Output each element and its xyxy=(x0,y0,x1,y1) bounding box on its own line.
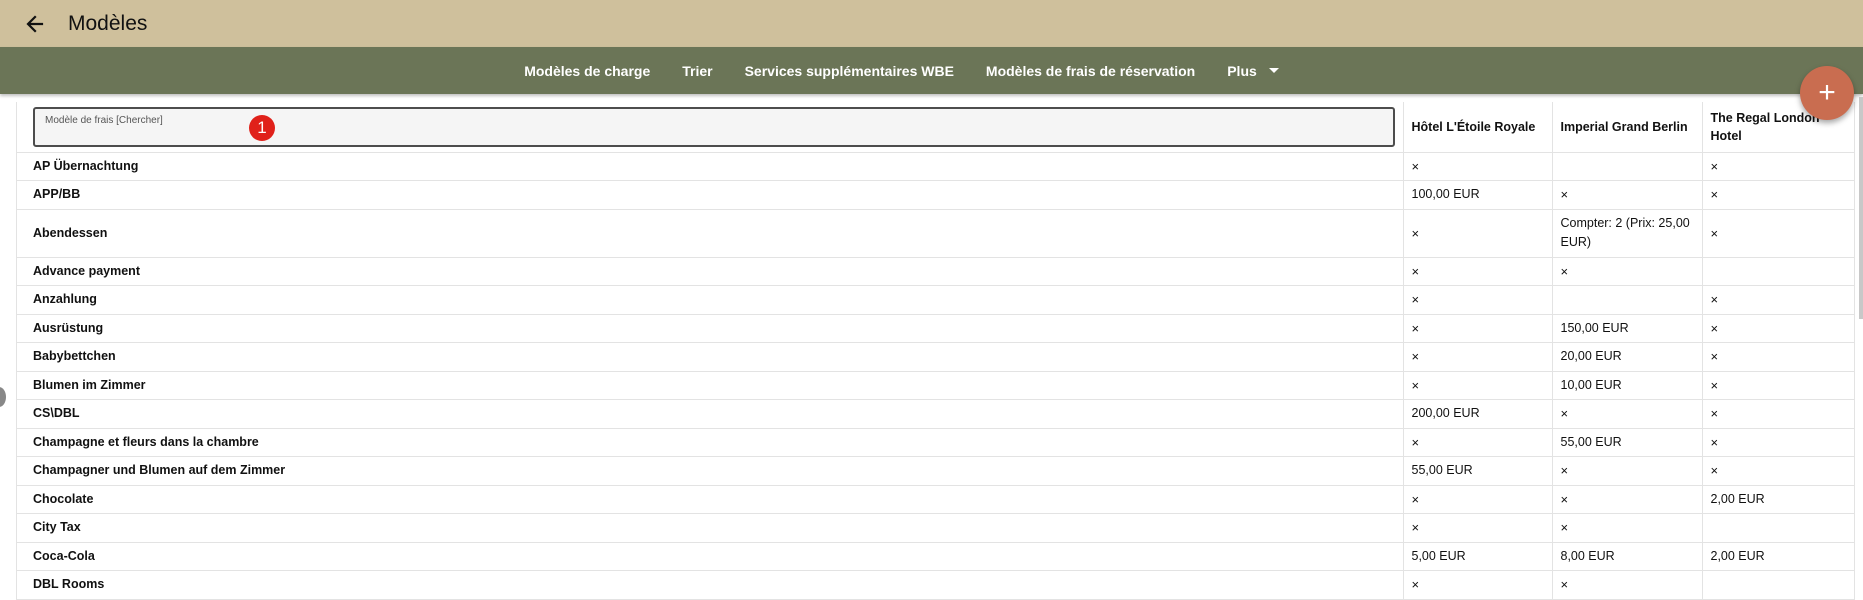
not-assigned-cell[interactable]: × xyxy=(1552,180,1703,210)
price-cell[interactable] xyxy=(1552,152,1703,181)
table-row[interactable]: Advance payment × × xyxy=(17,257,1855,286)
not-assigned-cell[interactable]: × xyxy=(1403,342,1553,372)
not-assigned-cell[interactable]: × xyxy=(1403,485,1553,514)
table-row[interactable]: Blumen im Zimmer × 10,00 EUR × xyxy=(17,371,1855,400)
price-cell[interactable]: 2,00 EUR xyxy=(1702,485,1855,514)
row-name: Advance payment xyxy=(17,257,1404,286)
not-assigned-cell[interactable]: × xyxy=(1702,285,1855,315)
nav-item-sort[interactable]: Trier xyxy=(682,63,712,79)
not-assigned-cell[interactable]: × xyxy=(1702,399,1855,429)
price-cell[interactable]: 2,00 EUR xyxy=(1702,542,1855,571)
not-assigned-cell[interactable]: × xyxy=(1403,257,1553,286)
search-field[interactable]: Modèle de frais [Chercher] 1 xyxy=(33,106,1395,147)
table-row[interactable]: CS\DBL 200,00 EUR × × xyxy=(17,399,1855,429)
table-row[interactable]: Ausrüstung × 150,00 EUR × xyxy=(17,314,1855,343)
price-cell[interactable]: 55,00 EUR xyxy=(1403,456,1553,486)
price-cell[interactable] xyxy=(1702,570,1855,600)
price-cell[interactable]: 5,00 EUR xyxy=(1403,542,1553,571)
row-name: City Tax xyxy=(17,513,1404,543)
row-name: AP Übernachtung xyxy=(17,152,1404,181)
table-row[interactable]: Abendessen × Compter: 2 (Prix: 25,00 EUR) × xyxy=(17,209,1855,258)
table-row[interactable]: AP Übernachtung × × xyxy=(17,152,1855,181)
arrow-left-icon xyxy=(26,14,44,33)
row-name: APP/BB xyxy=(17,180,1404,210)
search-input[interactable] xyxy=(43,125,1347,144)
not-assigned-cell[interactable]: × xyxy=(1403,285,1553,315)
price-cell[interactable] xyxy=(1702,257,1855,286)
not-assigned-cell[interactable]: × xyxy=(1552,257,1703,286)
table-row[interactable]: Babybettchen × 20,00 EUR × xyxy=(17,342,1855,372)
nav-bar: Modèles de charge Trier Services supplém… xyxy=(0,47,1863,94)
price-cell[interactable]: 200,00 EUR xyxy=(1403,399,1553,429)
not-assigned-cell[interactable]: × xyxy=(1403,152,1553,181)
app-bar: Modèles xyxy=(0,0,1863,47)
caret-down-icon xyxy=(1268,68,1279,73)
row-name: Blumen im Zimmer xyxy=(17,371,1404,400)
not-assigned-cell[interactable]: × xyxy=(1702,314,1855,343)
back-button[interactable] xyxy=(20,9,50,39)
row-name: Abendessen xyxy=(17,209,1404,258)
row-name: Chocolate xyxy=(17,485,1404,514)
not-assigned-cell[interactable]: × xyxy=(1403,428,1553,457)
row-name: Champagne et fleurs dans la chambre xyxy=(17,428,1404,457)
table-header-row: Modèle de frais [Chercher] 1 Hôtel L'Éto… xyxy=(17,102,1855,153)
not-assigned-cell[interactable]: × xyxy=(1552,399,1703,429)
row-name: Champagner und Blumen auf dem Zimmer xyxy=(17,456,1404,486)
price-cell[interactable]: 55,00 EUR xyxy=(1552,428,1703,457)
not-assigned-cell[interactable]: × xyxy=(1403,371,1553,400)
price-cell[interactable]: 150,00 EUR xyxy=(1552,314,1703,343)
nav-more-label: Plus xyxy=(1227,62,1257,79)
price-cell[interactable]: Compter: 2 (Prix: 25,00 EUR) xyxy=(1552,209,1703,258)
row-name: Ausrüstung xyxy=(17,314,1404,343)
not-assigned-cell[interactable]: × xyxy=(1702,456,1855,486)
table-row[interactable]: Champagne et fleurs dans la chambre × 55,0… xyxy=(17,428,1855,457)
not-assigned-cell[interactable]: × xyxy=(1403,209,1553,258)
scrollbar[interactable] xyxy=(1859,97,1863,319)
not-assigned-cell[interactable]: × xyxy=(1702,152,1855,181)
row-name: Coca-Cola xyxy=(17,542,1404,571)
side-drawer-handle[interactable] xyxy=(0,387,6,407)
row-name: DBL Rooms xyxy=(17,570,1404,600)
not-assigned-cell[interactable]: × xyxy=(1403,513,1553,543)
row-name: Anzahlung xyxy=(17,285,1404,315)
table-row[interactable]: City Tax × × xyxy=(17,513,1855,543)
column-header-hotel-etoile-royale[interactable]: Hôtel L'Étoile Royale xyxy=(1403,102,1553,153)
table-row[interactable]: Chocolate × × 2,00 EUR xyxy=(17,485,1855,514)
table-row[interactable]: Champagner und Blumen auf dem Zimmer 55,0… xyxy=(17,456,1855,486)
fee-models-table: Modèle de frais [Chercher] 1 Hôtel L'Éto… xyxy=(16,102,1855,600)
not-assigned-cell[interactable]: × xyxy=(1702,428,1855,457)
nav-item-more[interactable]: Plus xyxy=(1227,63,1279,79)
price-cell[interactable]: 100,00 EUR xyxy=(1403,180,1553,210)
nav-item-booking-fee-models[interactable]: Modèles de frais de réservation xyxy=(986,63,1195,79)
price-cell[interactable] xyxy=(1552,285,1703,315)
table-row[interactable]: Anzahlung × × xyxy=(17,285,1855,315)
table-row[interactable]: APP/BB 100,00 EUR × × xyxy=(17,180,1855,210)
not-assigned-cell[interactable]: × xyxy=(1702,180,1855,210)
not-assigned-cell[interactable]: × xyxy=(1702,371,1855,400)
not-assigned-cell[interactable]: × xyxy=(1552,570,1703,600)
price-cell[interactable] xyxy=(1702,513,1855,543)
search-header-cell: Modèle de frais [Chercher] 1 xyxy=(17,102,1404,153)
table-row[interactable]: Coca-Cola 5,00 EUR 8,00 EUR 2,00 EUR xyxy=(17,542,1855,571)
not-assigned-cell[interactable]: × xyxy=(1403,570,1553,600)
row-name: Babybettchen xyxy=(17,342,1404,372)
not-assigned-cell[interactable]: × xyxy=(1702,342,1855,372)
nav-item-wbe-services[interactable]: Services supplémentaires WBE xyxy=(745,63,954,79)
price-cell[interactable]: 10,00 EUR xyxy=(1552,371,1703,400)
page-title: Modèles xyxy=(68,11,148,35)
column-header-imperial-grand-berlin[interactable]: Imperial Grand Berlin xyxy=(1552,102,1703,153)
not-assigned-cell[interactable]: × xyxy=(1552,513,1703,543)
not-assigned-cell[interactable]: × xyxy=(1702,209,1855,258)
step-badge: 1 xyxy=(249,114,275,141)
not-assigned-cell[interactable]: × xyxy=(1552,456,1703,486)
not-assigned-cell[interactable]: × xyxy=(1552,485,1703,514)
not-assigned-cell[interactable]: × xyxy=(1403,314,1553,343)
nav-item-charge-models[interactable]: Modèles de charge xyxy=(524,63,650,79)
table-row[interactable]: DBL Rooms × × xyxy=(17,570,1855,600)
row-name: CS\DBL xyxy=(17,399,1404,429)
price-cell[interactable]: 20,00 EUR xyxy=(1552,342,1703,372)
add-button[interactable]: + xyxy=(1800,66,1854,120)
price-cell[interactable]: 8,00 EUR xyxy=(1552,542,1703,571)
